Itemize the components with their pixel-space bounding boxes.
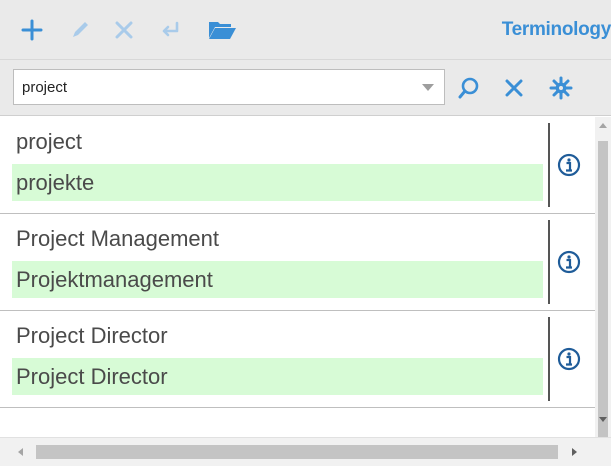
delete-icon[interactable] bbox=[106, 14, 142, 46]
clear-icon[interactable] bbox=[499, 73, 529, 103]
list-item[interactable]: project projekte bbox=[0, 117, 595, 214]
toolbar: Terminology bbox=[0, 0, 611, 60]
source-term: Project Director bbox=[16, 323, 168, 348]
scroll-up-arrow-icon[interactable] bbox=[599, 123, 607, 128]
vertical-scroll-thumb[interactable] bbox=[598, 141, 608, 445]
edit-icon[interactable] bbox=[62, 14, 98, 46]
list-item[interactable]: Project Director Project Director bbox=[0, 311, 595, 408]
add-icon[interactable] bbox=[14, 14, 50, 46]
list-item[interactable]: Project Management Projektmanagement bbox=[0, 214, 595, 311]
target-term: Project Director bbox=[12, 358, 543, 395]
divider bbox=[548, 317, 550, 401]
horizontal-scrollbar[interactable] bbox=[0, 437, 611, 466]
horizontal-scroll-thumb[interactable] bbox=[36, 445, 558, 459]
enter-icon[interactable] bbox=[152, 14, 188, 46]
info-icon[interactable] bbox=[557, 153, 581, 177]
source-term: project bbox=[16, 129, 83, 154]
results-list: project projekte Project Management Proj… bbox=[0, 117, 595, 437]
search-combobox[interactable] bbox=[13, 69, 445, 105]
source-term: Project Management bbox=[16, 226, 219, 251]
scroll-right-arrow-icon[interactable] bbox=[572, 448, 577, 456]
search-icon[interactable] bbox=[454, 73, 484, 103]
info-icon[interactable] bbox=[557, 347, 581, 371]
open-folder-icon[interactable] bbox=[204, 14, 240, 46]
search-bar bbox=[0, 60, 611, 116]
target-term: projekte bbox=[12, 164, 543, 201]
scroll-left-arrow-icon[interactable] bbox=[18, 448, 23, 456]
search-input[interactable] bbox=[14, 70, 414, 104]
chevron-down-icon[interactable] bbox=[422, 84, 434, 91]
settings-icon[interactable] bbox=[546, 73, 576, 103]
divider bbox=[548, 123, 550, 207]
info-icon[interactable] bbox=[557, 250, 581, 274]
target-term: Projektmanagement bbox=[12, 261, 543, 298]
panel-title: Terminology bbox=[501, 19, 611, 40]
scroll-down-arrow-icon[interactable] bbox=[599, 417, 607, 422]
divider bbox=[548, 220, 550, 304]
vertical-scrollbar[interactable] bbox=[595, 117, 611, 445]
